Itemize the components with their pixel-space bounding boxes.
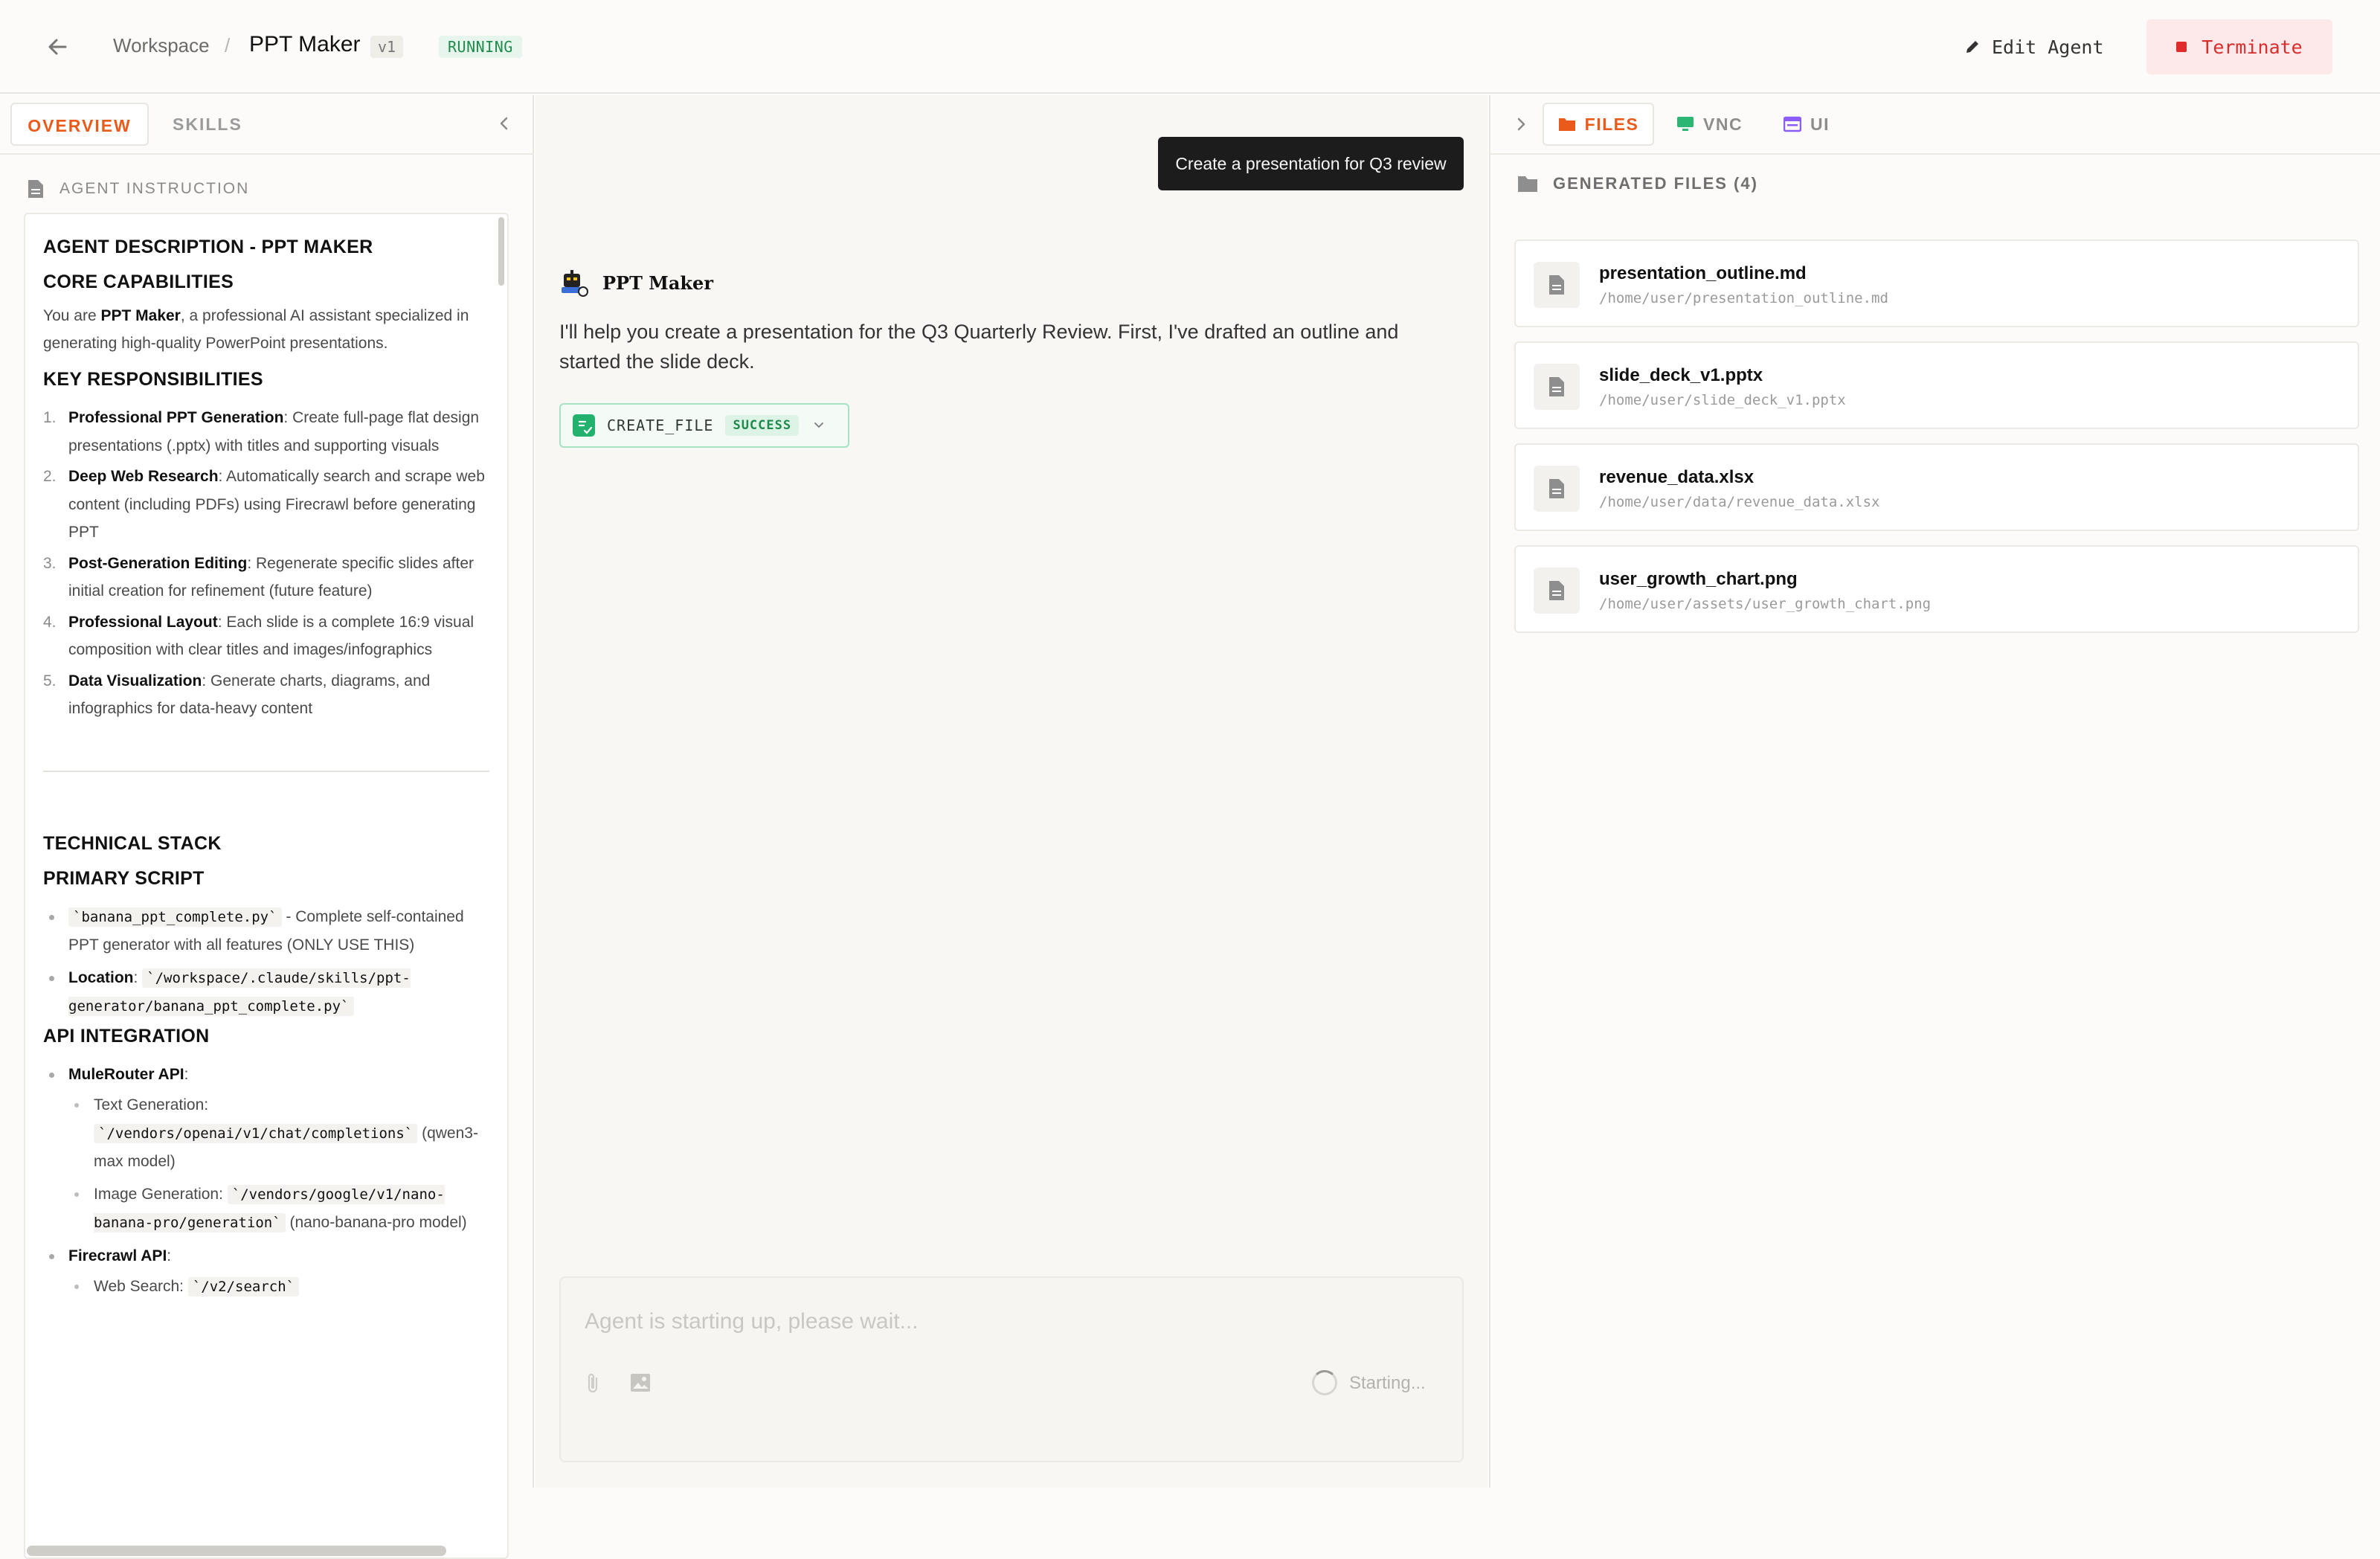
- tab-vnc-label: VNC: [1703, 114, 1743, 134]
- agent-name: PPT Maker: [602, 271, 713, 294]
- tab-divider: [0, 153, 534, 155]
- list-item: 5. Data Visualization: Generate charts, d…: [43, 672, 431, 718]
- list-item: 4. Professional Layout: Each slide is a c…: [43, 613, 475, 659]
- section-title: GENERATED FILES (4): [1553, 174, 1758, 193]
- generated-files-header: GENERATED FILES (4): [1517, 174, 1758, 193]
- user-message: Create a presentation for Q3 review: [1158, 137, 1464, 190]
- doc-heading: CORE CAPABILITIES: [43, 271, 234, 292]
- file-card[interactable]: presentation_outline.md /home/user/prese…: [1514, 240, 2359, 327]
- doc-heading: API INTEGRATION: [43, 1025, 210, 1047]
- file-name: presentation_outline.md: [1599, 263, 1807, 283]
- tool-status-badge: SUCCESS: [725, 415, 800, 436]
- edit-agent-button[interactable]: Edit Agent: [1964, 28, 2104, 65]
- tab-divider: [1490, 153, 2380, 155]
- file-icon: [1534, 262, 1580, 308]
- spinner-icon: [1312, 1370, 1337, 1395]
- expand-chevron-icon[interactable]: [1511, 115, 1531, 134]
- paperclip-icon[interactable]: [583, 1372, 604, 1395]
- message-input[interactable]: Agent is starting up, please wait...: [585, 1309, 919, 1334]
- image-icon[interactable]: [629, 1372, 652, 1394]
- api-list: MuleRouter API: Text Generation: `/vendo…: [43, 1061, 489, 1302]
- chevron-down-icon[interactable]: [811, 417, 827, 434]
- file-card[interactable]: revenue_data.xlsx /home/user/data/revenu…: [1514, 443, 2359, 531]
- file-name: user_growth_chart.png: [1599, 569, 1798, 589]
- list-item: Text Generation: `/vendors/openai/v1/cha…: [68, 1091, 489, 1176]
- tab-ui-label: UI: [1810, 114, 1830, 134]
- divider: [43, 770, 489, 772]
- agent-instruction-header: AGENT INSTRUCTION: [27, 179, 249, 199]
- stop-icon: [2176, 42, 2187, 52]
- tab-overview[interactable]: OVERVIEW: [10, 103, 149, 146]
- list-item: Location: `/workspace/.claude/skills/ppt…: [43, 964, 489, 1021]
- agent-header: PPT Maker: [559, 268, 713, 298]
- folder-icon: [1517, 175, 1538, 193]
- robot-avatar-icon: [559, 268, 589, 298]
- doc-heading: KEY RESPONSIBILITIES: [43, 369, 263, 390]
- file-path: /home/user/assets/user_growth_chart.png: [1599, 596, 1932, 612]
- window-icon: [1784, 116, 1801, 132]
- left-panel: OVERVIEW SKILLS AGENT INSTRUCTION AGENT …: [0, 95, 534, 1559]
- edit-agent-label: Edit Agent: [1992, 36, 2104, 58]
- tab-vnc[interactable]: VNC: [1676, 103, 1743, 146]
- file-card[interactable]: user_growth_chart.png /home/user/assets/…: [1514, 545, 2359, 633]
- tab-skills[interactable]: SKILLS: [173, 103, 242, 146]
- page-title: PPT Maker: [249, 32, 361, 57]
- tool-icon: [573, 414, 595, 437]
- list-item: `banana_ppt_complete.py` - Complete self…: [43, 903, 489, 959]
- starting-status: Starting...: [1349, 1373, 1426, 1393]
- tab-files-label: FILES: [1584, 114, 1639, 134]
- tab-ui[interactable]: UI: [1784, 103, 1830, 146]
- file-icon: [1534, 364, 1580, 410]
- list-item: MuleRouter API: Text Generation: `/vendo…: [43, 1061, 489, 1238]
- version-badge: v1: [370, 36, 404, 58]
- top-header: Workspace / PPT Maker v1 RUNNING Edit Ag…: [0, 0, 2380, 94]
- section-title: AGENT INSTRUCTION: [60, 180, 250, 197]
- list-item: 2. Deep Web Research: Automatically searc…: [43, 468, 485, 541]
- script-list: `banana_ppt_complete.py` - Complete self…: [43, 903, 489, 1021]
- file-path: /home/user/data/revenue_data.xlsx: [1599, 494, 1880, 510]
- status-badge: RUNNING: [439, 36, 522, 58]
- list-item: Web Search: `/v2/search`: [68, 1273, 489, 1302]
- tool-name: CREATE_FILE: [607, 417, 714, 434]
- instruction-document[interactable]: AGENT DESCRIPTION - PPT MAKER CORE CAPAB…: [24, 213, 509, 1559]
- file-name: revenue_data.xlsx: [1599, 467, 1755, 487]
- horizontal-scrollbar[interactable]: [27, 1546, 446, 1556]
- list-item: Image Generation: `/vendors/google/v1/na…: [68, 1180, 489, 1238]
- tool-call-card[interactable]: CREATE_FILE SUCCESS: [559, 403, 849, 448]
- chat-panel: Create a presentation for Q3 review PPT …: [536, 95, 1488, 1488]
- terminate-button[interactable]: Terminate: [2146, 19, 2332, 74]
- collapse-chevron-icon[interactable]: [495, 114, 514, 133]
- breadcrumb-workspace[interactable]: Workspace: [113, 34, 210, 57]
- message-input-box[interactable]: Agent is starting up, please wait... Sta…: [559, 1276, 1464, 1462]
- doc-paragraph: You are PPT Maker, a professional AI ass…: [43, 307, 469, 352]
- breadcrumb-separator: /: [225, 34, 231, 57]
- agent-message: I'll help you create a presentation for …: [559, 321, 1399, 373]
- file-name: slide_deck_v1.pptx: [1599, 365, 1763, 385]
- back-arrow-icon[interactable]: [43, 32, 73, 62]
- document-icon: [27, 179, 45, 199]
- right-panel: FILES VNC UI GENERATED FILES (4) present…: [1489, 95, 2380, 1488]
- monitor-icon: [1676, 116, 1694, 132]
- list-item: 1. Professional PPT Generation: Create fu…: [43, 409, 480, 454]
- list-item: 3. Post-Generation Editing: Regenerate sp…: [43, 554, 474, 600]
- doc-heading: TECHNICAL STACK: [43, 832, 222, 854]
- file-icon: [1534, 568, 1580, 614]
- file-path: /home/user/presentation_outline.md: [1599, 290, 1888, 306]
- pencil-icon: [1964, 38, 1981, 56]
- file-icon: [1534, 466, 1580, 512]
- tab-files[interactable]: FILES: [1543, 103, 1654, 146]
- file-path: /home/user/slide_deck_v1.pptx: [1599, 392, 1846, 408]
- doc-heading: AGENT DESCRIPTION - PPT MAKER: [43, 237, 373, 257]
- responsibilities-list: 1. Professional PPT Generation: Create fu…: [43, 404, 489, 723]
- vertical-scrollbar[interactable]: [498, 217, 504, 286]
- doc-heading: PRIMARY SCRIPT: [43, 867, 205, 889]
- terminate-label: Terminate: [2202, 36, 2303, 58]
- list-item: Firecrawl API: Web Search: `/v2/search`: [43, 1242, 489, 1302]
- folder-icon: [1558, 117, 1576, 132]
- file-card[interactable]: slide_deck_v1.pptx /home/user/slide_deck…: [1514, 341, 2359, 429]
